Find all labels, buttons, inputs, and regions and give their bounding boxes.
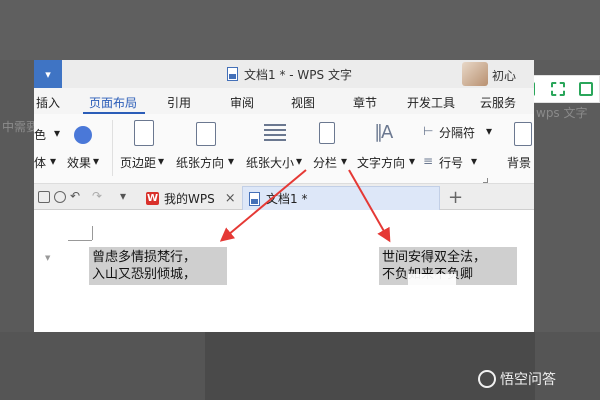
find-icon[interactable] bbox=[54, 191, 66, 203]
ribbon-color-arrow[interactable]: ▾ bbox=[54, 126, 60, 140]
background-page-shadow bbox=[205, 332, 535, 400]
window-title: 文档1 * - WPS 文字 bbox=[244, 68, 352, 82]
columns-arrow[interactable]: ▾ bbox=[341, 154, 347, 168]
print-preview-icon[interactable] bbox=[38, 191, 50, 203]
background-app-top bbox=[0, 0, 600, 60]
paragraph-line: 世间安得双全法， bbox=[382, 250, 487, 265]
avatar[interactable] bbox=[462, 62, 488, 86]
document-canvas[interactable]: ▼ 曾虑多情损梵行， 入山又恐别倾城， 世间安得双全法， 不负如来不负卿 bbox=[34, 210, 534, 332]
text-direction-arrow[interactable]: ▾ bbox=[409, 154, 415, 168]
tab-document-1[interactable]: 文档1 * bbox=[242, 186, 440, 210]
tab-view[interactable]: 视图 bbox=[291, 94, 315, 111]
ribbon-font-dropdown[interactable]: 体 bbox=[34, 154, 46, 171]
new-tab-button[interactable]: + bbox=[448, 187, 463, 208]
tab-developer-tools[interactable]: 开发工具 bbox=[407, 94, 455, 111]
ribbon-separator bbox=[112, 120, 113, 176]
user-name[interactable]: 初心 bbox=[492, 67, 516, 84]
title-bar: ▾ 文档1 * - WPS 文字 初心 bbox=[34, 60, 534, 88]
orientation-icon[interactable] bbox=[196, 122, 216, 146]
effects-icon[interactable] bbox=[74, 126, 92, 144]
fullscreen-icon[interactable] bbox=[551, 82, 565, 96]
margins-button[interactable]: 页边距 bbox=[120, 154, 156, 171]
redo-icon[interactable]: ↷ bbox=[92, 189, 102, 203]
margin-marker bbox=[68, 240, 92, 241]
orientation-button[interactable]: 纸张方向 bbox=[176, 154, 224, 171]
ribbon-effects[interactable]: 效果 bbox=[67, 154, 91, 171]
tab-review[interactable]: 审阅 bbox=[230, 94, 254, 111]
wps-logo-icon: W bbox=[146, 191, 159, 205]
margin-marker bbox=[92, 226, 93, 240]
background-button[interactable]: 背景 bbox=[507, 154, 531, 171]
menu-tab-row: 插入 页面布局 引用 审阅 视图 章节 开发工具 云服务 bbox=[34, 88, 534, 114]
close-icon[interactable]: × bbox=[225, 191, 236, 206]
text-direction-icon[interactable]: ∥A bbox=[374, 122, 393, 143]
save-icon[interactable] bbox=[579, 82, 593, 96]
line-number-button[interactable]: 行号 bbox=[439, 154, 463, 171]
document-icon bbox=[249, 191, 260, 206]
tab-chapter[interactable]: 章节 bbox=[353, 94, 377, 111]
paragraph-line: 入山又恐别倾城， bbox=[92, 267, 197, 282]
ribbon-page-layout: 色 ▾ 体 ▾ 效果 ▾ 页边距 ▾ 纸张方向 ▾ 纸张大小 ▾ 分栏 ▾ ∥A… bbox=[34, 114, 534, 184]
watermark-brand: 悟空问答 bbox=[500, 372, 556, 388]
ribbon-font-arrow[interactable]: ▾ bbox=[50, 154, 56, 168]
undo-icon[interactable]: ↶ bbox=[70, 189, 80, 203]
ribbon-color-dropdown[interactable]: 色 bbox=[34, 126, 46, 143]
document-tab-bar: ↶ ↷ ▾ W 我的WPS × 文档1 * + bbox=[34, 184, 534, 210]
text-direction-button[interactable]: 文字方向 bbox=[357, 154, 405, 171]
page-break-button[interactable]: 分隔符 bbox=[439, 124, 475, 141]
tab-my-wps-label: 我的WPS bbox=[164, 191, 215, 206]
background-right-text: wps 文字 bbox=[536, 106, 588, 120]
dialog-launcher-icon[interactable] bbox=[483, 178, 488, 183]
customize-arrow-icon[interactable]: ▾ bbox=[120, 189, 126, 203]
margins-arrow[interactable]: ▾ bbox=[158, 154, 164, 168]
watermark-logo-icon bbox=[478, 370, 496, 388]
document-icon bbox=[227, 67, 238, 81]
tab-references[interactable]: 引用 bbox=[167, 94, 191, 111]
watermark-logo: 悟空问答 bbox=[478, 369, 556, 389]
tab-insert[interactable]: 插入 bbox=[36, 94, 60, 111]
page-break-icon[interactable]: ⊢ bbox=[423, 124, 433, 138]
paper-size-arrow[interactable]: ▾ bbox=[296, 154, 302, 168]
background-left-text: 中需要 bbox=[2, 120, 39, 134]
ribbon-effects-arrow[interactable]: ▾ bbox=[93, 154, 99, 168]
selected-paragraph-left[interactable]: 曾虑多情损梵行， 入山又恐别倾城， bbox=[89, 247, 227, 285]
orientation-arrow[interactable]: ▾ bbox=[228, 154, 234, 168]
tab-page-layout[interactable]: 页面布局 bbox=[89, 94, 137, 111]
line-number-icon[interactable]: ≡ bbox=[423, 154, 433, 168]
columns-icon[interactable] bbox=[319, 122, 335, 144]
margins-icon[interactable] bbox=[134, 120, 154, 146]
image-blur-patch bbox=[408, 274, 456, 330]
columns-button[interactable]: 分栏 bbox=[313, 154, 337, 171]
paper-size-icon[interactable] bbox=[264, 124, 286, 144]
wps-window: ▾ 文档1 * - WPS 文字 初心 插入 页面布局 引用 审阅 视图 章节 … bbox=[34, 60, 534, 332]
wps-menu-button[interactable]: ▾ bbox=[34, 60, 62, 88]
background-icon[interactable] bbox=[514, 122, 532, 146]
page-break-arrow[interactable]: ▾ bbox=[486, 124, 492, 138]
paragraph-marker: ▼ bbox=[45, 254, 51, 262]
paragraph-line: 曾虑多情损梵行， bbox=[92, 250, 197, 265]
paper-size-button[interactable]: 纸张大小 bbox=[246, 154, 294, 171]
line-number-arrow[interactable]: ▾ bbox=[471, 154, 477, 168]
tab-cloud-service[interactable]: 云服务 bbox=[480, 94, 516, 111]
tab-document-1-label: 文档1 * bbox=[266, 192, 308, 206]
tab-my-wps[interactable]: W 我的WPS × bbox=[142, 186, 240, 210]
